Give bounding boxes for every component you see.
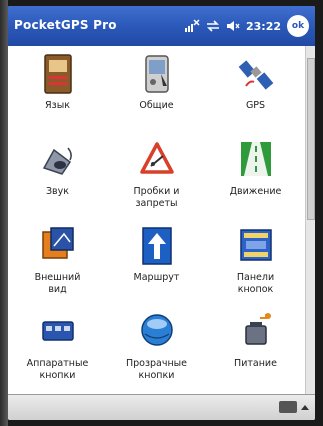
menu-item-label: Общие (139, 100, 174, 111)
menu-item-label: Маршрут (133, 272, 180, 283)
volume-icon[interactable] (226, 20, 240, 32)
ok-button[interactable]: ok (287, 15, 309, 37)
signal-icon[interactable] (184, 19, 200, 33)
menu-item-appearance[interactable]: Внешний вид (8, 224, 107, 296)
app-title: PocketGPS Pro (14, 18, 117, 32)
satellite-icon (238, 60, 273, 90)
keyboard-icon[interactable] (279, 401, 297, 413)
route-arrow-icon (141, 227, 172, 265)
menu-item-label: Питание (234, 358, 277, 369)
power-icon (244, 313, 271, 345)
input-panel-arrow-icon[interactable] (301, 405, 309, 410)
hardware-buttons-icon (41, 321, 74, 341)
menu-item-label: Аппаратные кнопки (26, 358, 89, 381)
settings-grid: Язык Общие GPS Звук Пробки и запреты Дви… (8, 46, 305, 394)
button-panels-icon (239, 229, 272, 261)
menu-item-label: Внешний вид (34, 272, 81, 295)
status-area: 23:22 ok (184, 14, 309, 38)
menu-item-label: Движение (229, 186, 282, 197)
menu-item-transparent-buttons[interactable]: Прозрачные кнопки (107, 310, 206, 382)
menu-item-label: Пробки и запреты (133, 186, 180, 209)
device-bezel (0, 0, 8, 426)
connectivity-icon[interactable] (206, 20, 220, 32)
title-bar: PocketGPS Pro 23:22 ok (8, 6, 315, 46)
menu-item-movement[interactable]: Движение (206, 138, 305, 198)
device-screen: PocketGPS Pro 23:22 ok Язык Общие GPS Зв… (8, 6, 315, 420)
menu-item-label: Звук (45, 186, 70, 197)
menu-item-traffic[interactable]: Пробки и запреты (107, 138, 206, 210)
traffic-warning-icon (139, 142, 174, 174)
menu-item-label: Прозрачные кнопки (125, 358, 188, 381)
transparent-buttons-icon (140, 314, 173, 346)
road-movement-icon (240, 142, 271, 176)
vertical-scrollbar[interactable] (305, 46, 315, 394)
menu-item-button-panels[interactable]: Панели кнопок (206, 224, 305, 296)
menu-item-hardware-buttons[interactable]: Аппаратные кнопки (8, 310, 107, 382)
menu-item-gps[interactable]: GPS (206, 52, 305, 112)
menu-item-label: Язык (45, 100, 70, 111)
language-book-icon (43, 54, 72, 94)
speaker-sound-icon (42, 147, 72, 175)
menu-item-label: Панели кнопок (236, 272, 275, 295)
clock[interactable]: 23:22 (246, 20, 281, 33)
general-settings-icon (144, 55, 169, 93)
menu-item-sound[interactable]: Звук (8, 138, 107, 198)
bottom-menu-bar (8, 394, 315, 420)
menu-item-route[interactable]: Маршрут (107, 224, 206, 284)
menu-item-power[interactable]: Питание (206, 310, 305, 370)
menu-item-language[interactable]: Язык (8, 52, 107, 112)
scrollbar-thumb[interactable] (307, 58, 315, 220)
appearance-icon (41, 227, 74, 259)
menu-item-label: GPS (245, 100, 266, 111)
menu-item-general[interactable]: Общие (107, 52, 206, 112)
